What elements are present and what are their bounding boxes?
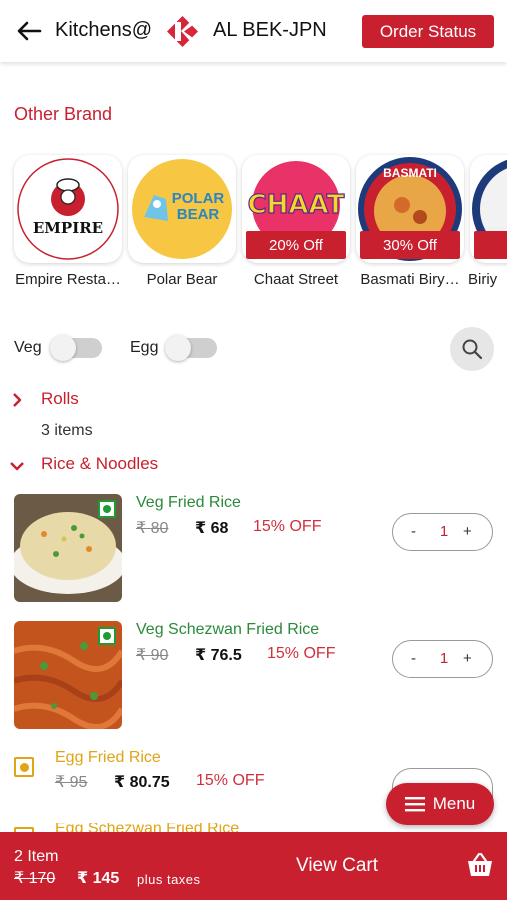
item-discount: 15% OFF [267,645,336,662]
svg-text:BASMATI: BASMATI [383,166,437,180]
back-arrow-icon[interactable] [16,19,42,43]
brand-name: Polar Bear [146,271,218,288]
brand-card-empire[interactable]: EMPIRE Empire Resta… [14,155,122,288]
category-name: Rice & Noodles [41,454,159,473]
polar-bear-logo-icon: POLAR BEAR [132,159,232,259]
app-header: Kitchens@ AL BEK-JPN Order Status [0,0,507,62]
brand-offer-badge: 30% Off [360,231,460,259]
brand-card-basmati[interactable]: BASMATI 30% Off Basmati Biry… [356,155,464,288]
search-icon [462,339,483,360]
item-name: Egg Fried Rice [55,749,161,766]
category-rolls[interactable]: Rolls [0,387,507,415]
outlet-name: AL BEK-JPN [213,19,327,41]
brand-name: Empire Resta… [15,271,121,288]
hamburger-menu-icon [404,797,425,812]
filter-row: Veg Egg [0,325,507,371]
menu-button-label: Menu [432,794,476,813]
cart-item-count: 2 Item [14,848,59,865]
brand-logo: CHAAT 20% Off [242,155,350,263]
other-brand-heading: Other Brand [14,104,113,124]
cart-tax-note: plus taxes [137,872,201,887]
brand-card-biriyani[interactable]: Biriy [468,155,507,288]
veg-indicator-icon [98,500,116,518]
view-cart-button[interactable]: View Cart [296,855,378,877]
category-rice-noodles[interactable]: Rice & Noodles [0,452,507,480]
quantity-value: 1 [439,650,449,667]
item-discount: 15% OFF [253,518,322,535]
brand-logo [470,155,507,263]
brand-card-chaat-street[interactable]: CHAAT 20% Off Chaat Street [242,155,350,288]
chevron-down-icon [10,462,24,471]
increment-button[interactable]: + [463,523,472,540]
brand-offer-badge: 20% Off [246,231,346,259]
brand-name: Biriy [468,271,498,288]
brand-carousel[interactable]: EMPIRE Empire Resta… POLAR BEAR Polar Be… [0,150,507,295]
egg-toggle[interactable] [165,335,217,361]
item-image [14,494,122,602]
item-mrp: ₹ 95 [55,774,88,791]
brand-name: Basmati Biry… [360,271,460,288]
cart-mrp: ₹ 170 [14,870,56,887]
kitchen-logo-icon [167,16,198,47]
order-status-button[interactable]: Order Status [362,15,494,48]
menu-button[interactable]: Menu [386,783,494,825]
veg-toggle[interactable] [50,335,102,361]
brand-logo: BASMATI 30% Off [356,155,464,263]
brand-logo: POLAR BEAR [128,155,236,263]
toggle-knob [165,335,191,361]
menu-item-veg-schezwan-fried-rice[interactable]: Veg Schezwan Fried Rice ₹ 90 ₹ 76.5 15% … [0,621,507,741]
brand-name: Chaat Street [253,271,339,288]
quantity-value: 1 [439,523,449,540]
item-mrp: ₹ 80 [136,520,169,537]
basket-icon[interactable] [466,852,494,878]
brand-offer-badge [474,231,507,259]
item-name: Veg Schezwan Fried Rice [136,621,320,638]
menu-item-veg-fried-rice[interactable]: Veg Fried Rice ₹ 80 ₹ 68 15% OFF - 1 + [0,494,507,614]
item-price: ₹ 68 [195,520,229,537]
svg-text:EMPIRE: EMPIRE [33,219,103,237]
item-price: ₹ 76.5 [195,647,242,664]
search-button[interactable] [450,327,494,371]
svg-text:CHAAT: CHAAT [248,190,345,220]
item-discount: 15% OFF [196,772,265,789]
cart-bar[interactable]: 2 Item ₹ 170 ₹ 145 plus taxes View Cart [0,832,507,900]
veg-indicator-icon [98,627,116,645]
brand-logo: EMPIRE [14,155,122,263]
svg-text:BEAR: BEAR [177,206,220,223]
egg-filter-label: Egg [130,339,159,356]
cart-total: ₹ 145 [77,870,120,887]
veg-filter-label: Veg [14,339,42,356]
chevron-right-icon [13,393,22,407]
brand-card-polar-bear[interactable]: POLAR BEAR Polar Bear [128,155,236,288]
empire-logo-icon: EMPIRE [17,158,119,260]
item-mrp: ₹ 90 [136,647,169,664]
decrement-button[interactable]: - [411,523,416,540]
item-image [14,621,122,729]
quantity-stepper: - 1 + [392,640,493,678]
category-item-count: 3 items [41,422,93,439]
increment-button[interactable]: + [463,650,472,667]
decrement-button[interactable]: - [411,650,416,667]
item-name: Veg Fried Rice [136,494,241,511]
svg-text:POLAR: POLAR [172,190,225,207]
header-title: Kitchens@ [55,19,153,41]
quantity-stepper: - 1 + [392,513,493,551]
item-price: ₹ 80.75 [114,774,170,791]
toggle-knob [50,335,76,361]
egg-indicator-icon [14,757,34,777]
category-name: Rolls [41,389,79,408]
